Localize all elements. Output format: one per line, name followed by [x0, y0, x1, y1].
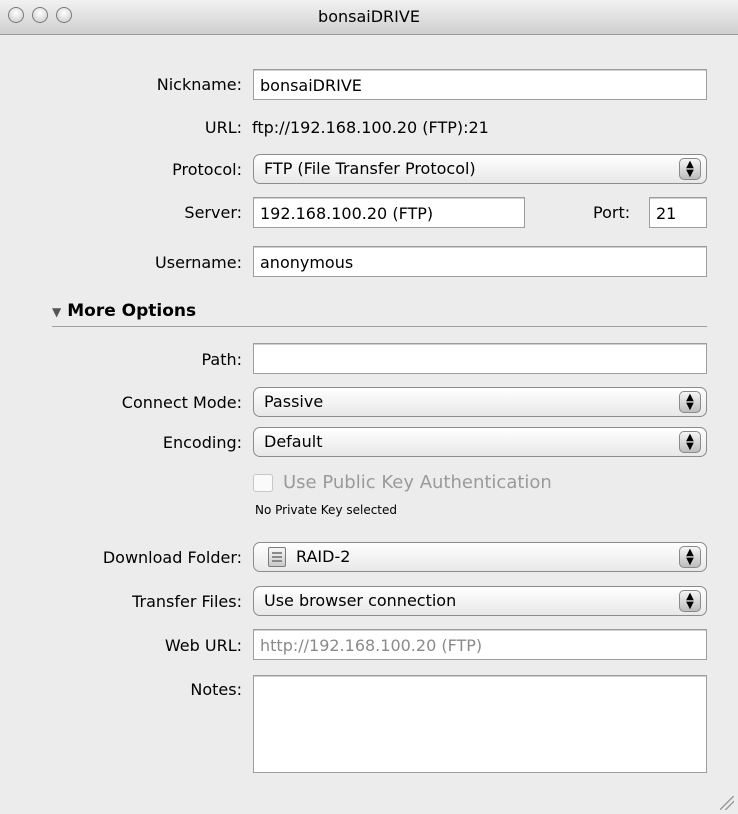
more-options-disclosure[interactable]: ▼ More Options: [52, 301, 196, 321]
encoding-popup[interactable]: Default ▲ ▼: [253, 427, 707, 457]
updown-arrows-icon: ▲ ▼: [679, 546, 701, 568]
download-folder-label: Download Folder:: [102, 548, 242, 567]
username-label: Username:: [155, 253, 242, 272]
updown-arrows-icon: ▲ ▼: [679, 431, 701, 453]
public-key-checkbox[interactable]: [253, 474, 273, 492]
protocol-popup[interactable]: FTP (File Transfer Protocol) ▲ ▼: [253, 154, 707, 184]
preferences-window: bonsaiDRIVE Nickname: bonsaiDRIVE URL: f…: [0, 0, 738, 814]
server-label: Server:: [184, 203, 242, 222]
connect-mode-popup[interactable]: Passive ▲ ▼: [253, 387, 707, 417]
private-key-note: No Private Key selected: [255, 503, 398, 517]
transfer-files-label: Transfer Files:: [132, 592, 242, 611]
web-url-label: Web URL:: [164, 636, 242, 655]
public-key-label: Use Public Key Authentication: [283, 472, 552, 493]
path-field[interactable]: [253, 343, 707, 374]
server-field[interactable]: 192.168.100.20 (FTP): [253, 197, 525, 228]
window-title: bonsaiDRIVE: [318, 7, 420, 26]
port-field[interactable]: 21: [649, 197, 707, 228]
updown-arrows-icon: ▲ ▼: [679, 158, 701, 180]
port-label: Port:: [593, 203, 631, 222]
encoding-value: Default: [264, 432, 323, 451]
more-options-label: More Options: [67, 301, 197, 321]
protocol-label: Protocol:: [172, 160, 242, 179]
transfer-files-popup[interactable]: Use browser connection ▲ ▼: [253, 586, 707, 616]
connect-mode-value: Passive: [264, 392, 324, 411]
resize-handle[interactable]: [720, 796, 734, 810]
web-url-field[interactable]: http://192.168.100.20 (FTP): [253, 629, 707, 660]
download-folder-popup[interactable]: RAID-2 ▲ ▼: [253, 542, 707, 572]
username-field[interactable]: anonymous: [253, 246, 707, 277]
disclosure-triangle-icon: ▼: [52, 305, 62, 319]
updown-arrows-icon: ▲ ▼: [679, 590, 701, 612]
protocol-popup-value: FTP (File Transfer Protocol): [264, 159, 476, 178]
transfer-files-value: Use browser connection: [264, 591, 457, 610]
url-label: URL:: [204, 118, 242, 137]
url-value: ftp://192.168.100.20 (FTP):21: [252, 118, 489, 137]
nickname-label: Nickname:: [156, 75, 242, 94]
notes-textarea[interactable]: [253, 675, 707, 773]
notes-label: Notes:: [190, 680, 242, 699]
section-separator: [52, 326, 707, 327]
download-folder-value: RAID-2: [296, 547, 351, 566]
nickname-field[interactable]: bonsaiDRIVE: [253, 69, 707, 100]
encoding-label: Encoding:: [162, 433, 242, 452]
title-bar[interactable]: bonsaiDRIVE: [0, 0, 738, 35]
hard-drive-icon: [268, 547, 286, 567]
connect-mode-label: Connect Mode:: [121, 393, 242, 412]
path-label: Path:: [201, 350, 242, 369]
updown-arrows-icon: ▲ ▼: [679, 391, 701, 413]
